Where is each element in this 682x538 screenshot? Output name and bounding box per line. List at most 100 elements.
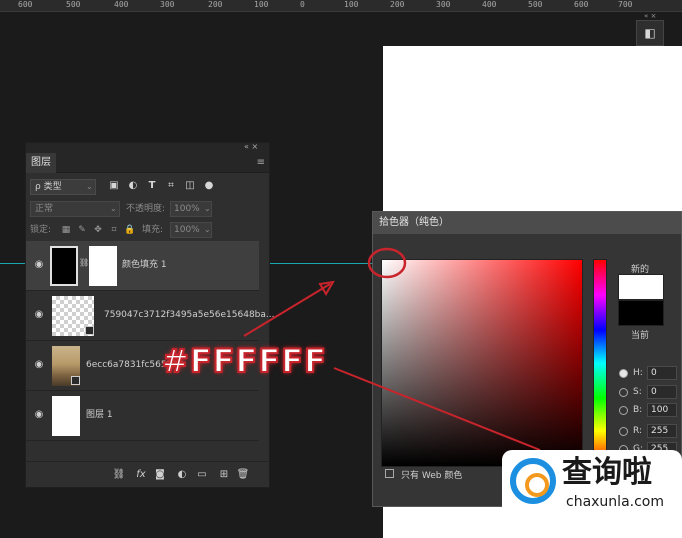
s-input[interactable]: 0 [647, 385, 677, 399]
h-label: H: [633, 368, 643, 378]
layer-thumbnail [50, 246, 78, 286]
layer-mask-thumbnail[interactable] [89, 246, 117, 286]
layer-row[interactable]: ◉ 759047c3712f3495a5e56e15648ba... [26, 291, 275, 341]
current-color-label: 当前 [631, 331, 650, 341]
lock-move-icon[interactable]: ✥ [92, 224, 104, 236]
ruler-label: 300 [160, 0, 175, 9]
layer-name: 颜色填充 1 [122, 260, 167, 270]
lock-row: 锁定: ▦ ✎ ✥ ⌗ 🔒 填充: 100% ⌄ [30, 222, 267, 238]
new-layer-icon[interactable]: ⊞ [217, 468, 231, 482]
current-color-swatch[interactable] [618, 300, 664, 326]
blend-row: 正常 ⌄ 不透明度: 100% ⌄ [30, 201, 267, 217]
panel-icon: ◧ [644, 26, 656, 40]
hue-slider[interactable] [593, 259, 607, 467]
link-icon: ⛓ [79, 258, 90, 267]
watermark-url: chaxunla.com [566, 494, 664, 510]
b-input[interactable]: 100 [647, 403, 677, 417]
top-ruler: 600 500 400 300 200 100 0 100 200 300 40… [0, 0, 682, 12]
ruler-label: 100 [254, 0, 269, 9]
layer-name: 图层 1 [86, 410, 113, 420]
ruler-label: 500 [66, 0, 81, 9]
h-input[interactable]: 0 [647, 366, 677, 380]
dock-panel-button[interactable]: ◧ [636, 20, 664, 46]
chevron-down-icon: ⌄ [204, 204, 211, 213]
type-filter-icon[interactable]: T [146, 180, 158, 192]
ruler-label: 400 [482, 0, 497, 9]
new-color-swatch [618, 274, 664, 300]
layers-panel: « × 图层 ≡ ρ 类型 ⌄ ▣ ◐ T ⌗ ◫ ● 正常 ⌄ 不透明度: 1… [25, 142, 275, 488]
mask-icon[interactable]: ◙ [153, 468, 167, 482]
lock-brush-icon[interactable]: ✎ [76, 224, 88, 236]
layer-filter-row: ρ 类型 ⌄ ▣ ◐ T ⌗ ◫ ● [30, 179, 267, 197]
watermark-title: 查询啦 [562, 455, 652, 490]
lock-transparency-icon[interactable]: ▦ [60, 224, 72, 236]
layer-row[interactable]: ◉ ⛓ 颜色填充 1 [26, 241, 259, 291]
fill-label: 填充: [142, 225, 164, 235]
logo-icon [510, 458, 556, 504]
smart-object-icon [71, 376, 80, 385]
link-icon[interactable]: ⛓ [112, 468, 126, 482]
dock-controls[interactable]: « × [644, 12, 656, 20]
ruler-label: 400 [114, 0, 129, 9]
s-label: S: [633, 387, 642, 397]
eye-icon[interactable]: ◉ [32, 409, 46, 421]
lock-label: 锁定: [30, 225, 52, 235]
layer-row[interactable]: ◉ 图层 1 [26, 391, 259, 441]
s-radio[interactable] [619, 388, 628, 397]
opacity-label: 不透明度: [126, 204, 166, 214]
hex-color-annotation: #FFFFFF [161, 341, 327, 381]
panel-tabs: 图层 ≡ [26, 153, 269, 173]
lock-all-icon[interactable]: 🔒 [124, 224, 136, 236]
eye-icon[interactable]: ◉ [32, 309, 46, 321]
panel-collapse-controls[interactable]: « × [244, 142, 258, 151]
ruler-label: 200 [390, 0, 405, 9]
dialog-title: 拾色器（纯色） [373, 212, 681, 234]
ruler-label: 700 [618, 0, 633, 9]
adjustment-icon[interactable]: ◐ [175, 468, 189, 482]
smart-object-filter-icon[interactable]: ◫ [184, 180, 196, 192]
ruler-label: 500 [528, 0, 543, 9]
eye-icon[interactable]: ◉ [32, 359, 46, 371]
ruler-label: 300 [436, 0, 451, 9]
layer-thumbnail [52, 396, 80, 436]
b-label: B: [633, 405, 643, 415]
h-radio[interactable] [619, 369, 628, 378]
h-field: H: 0 [619, 366, 682, 382]
panel-menu-icon[interactable]: ≡ [257, 157, 265, 168]
ruler-label: 600 [18, 0, 33, 9]
trash-icon[interactable]: 🗑 [236, 468, 250, 482]
eye-icon[interactable]: ◉ [32, 259, 46, 271]
b-field: B: 100 [619, 403, 682, 419]
r-radio[interactable] [619, 427, 628, 436]
chevron-down-icon: ⌄ [204, 225, 211, 234]
ruler-label: 100 [344, 0, 359, 9]
shape-filter-icon[interactable]: ⌗ [165, 180, 177, 192]
b-radio[interactable] [619, 406, 628, 415]
lock-artboard-icon[interactable]: ⌗ [108, 224, 120, 236]
fx-icon[interactable]: fx [134, 468, 148, 482]
layer-list: ◉ ⛓ 颜色填充 1 ◉ 759047c3712f3495a5e56e15648… [26, 241, 275, 441]
r-field: R: 255 [619, 424, 682, 440]
layer-name: 759047c3712f3495a5e56e15648ba... [104, 310, 275, 320]
chevron-down-icon: ⌄ [86, 182, 93, 191]
web-colors-label: 只有 Web 颜色 [401, 471, 463, 481]
tab-layers[interactable]: 图层 [26, 153, 56, 173]
filter-toggle-icon[interactable]: ● [203, 180, 215, 192]
watermark: 查询啦 chaxunla.com [502, 450, 682, 518]
r-label: R: [633, 426, 643, 436]
folder-icon[interactable]: ▭ [195, 468, 209, 482]
ruler-label: 0 [300, 0, 305, 9]
arrowhead [318, 280, 335, 296]
r-input[interactable]: 255 [647, 424, 677, 438]
image-filter-icon[interactable]: ▣ [108, 180, 120, 192]
panel-topbar: « × [26, 142, 269, 153]
ruler-label: 200 [208, 0, 223, 9]
adjustment-filter-icon[interactable]: ◐ [127, 180, 139, 192]
saturation-brightness-field[interactable] [381, 259, 583, 467]
smart-object-icon [85, 326, 94, 335]
s-field: S: 0 [619, 385, 682, 401]
blend-mode-select[interactable]: 正常 [30, 201, 120, 217]
ruler-label: 600 [574, 0, 589, 9]
chevron-down-icon: ⌄ [110, 204, 117, 213]
web-colors-checkbox[interactable] [385, 469, 394, 478]
